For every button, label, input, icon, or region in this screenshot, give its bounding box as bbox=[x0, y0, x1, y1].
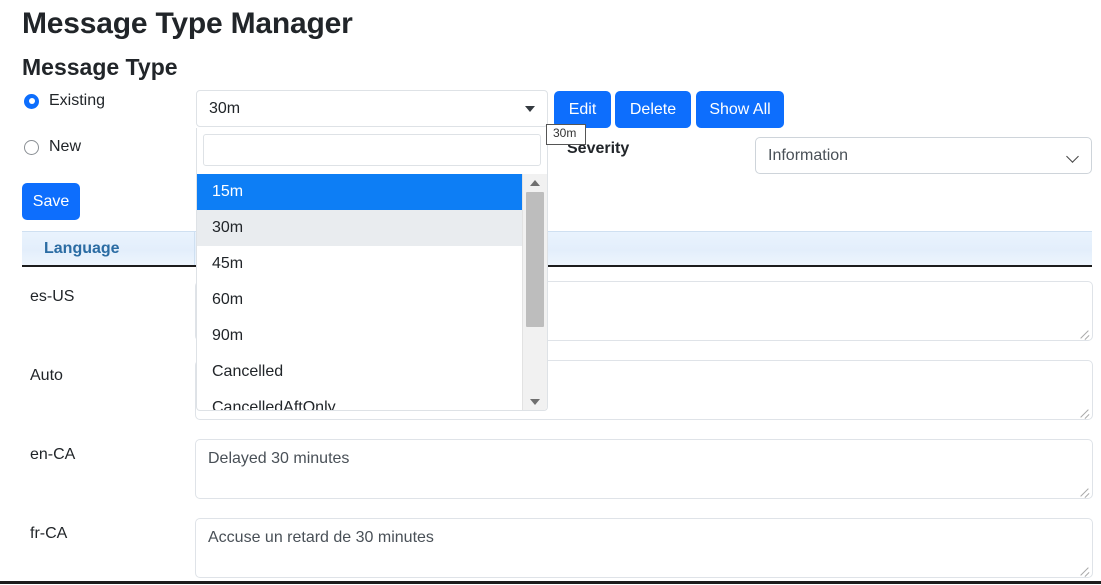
table-row: es-US bbox=[22, 267, 1092, 346]
option-90m[interactable]: 90m bbox=[197, 318, 522, 354]
severity-selected-value: Information bbox=[768, 147, 1067, 165]
section-title: Message Type bbox=[22, 54, 178, 82]
option-15m[interactable]: 15m bbox=[197, 174, 522, 210]
message-type-search-input[interactable] bbox=[203, 134, 541, 166]
radio-existing-dot[interactable] bbox=[24, 94, 39, 109]
option-30m[interactable]: 30m bbox=[197, 210, 522, 246]
edit-button[interactable]: Edit bbox=[554, 91, 611, 128]
page-title: Message Type Manager bbox=[22, 6, 353, 42]
caret-down-icon bbox=[525, 106, 535, 112]
message-type-selected-value: 30m bbox=[209, 100, 525, 118]
table-row: Auto bbox=[22, 346, 1092, 425]
row-language-fr-CA: fr-CA bbox=[22, 518, 195, 543]
message-type-tooltip: 30m bbox=[546, 124, 586, 145]
message-type-dropdown: 15m 30m 45m 60m 90m Cancelled CancelledA… bbox=[196, 128, 548, 411]
scrollbar-thumb[interactable] bbox=[526, 192, 544, 327]
bottom-divider bbox=[0, 581, 1101, 584]
message-textarea-fr-CA[interactable] bbox=[195, 518, 1093, 578]
message-textarea-en-CA[interactable] bbox=[195, 439, 1093, 499]
radio-new-dot[interactable] bbox=[24, 140, 39, 155]
severity-select[interactable]: Information bbox=[755, 137, 1092, 174]
messages-table: Language Text es-US Auto en-CA bbox=[22, 231, 1092, 583]
option-45m[interactable]: 45m bbox=[197, 246, 522, 282]
row-text-cell bbox=[195, 518, 1093, 583]
save-button[interactable]: Save bbox=[22, 183, 80, 220]
row-language-Auto: Auto bbox=[22, 360, 195, 385]
table-row: fr-CA bbox=[22, 504, 1092, 583]
radio-new-label: New bbox=[49, 139, 81, 155]
column-header-language[interactable]: Language bbox=[22, 232, 195, 265]
table-row: en-CA bbox=[22, 425, 1092, 504]
option-cancelled[interactable]: Cancelled bbox=[197, 354, 522, 390]
row-language-es-US: es-US bbox=[22, 281, 195, 306]
option-cancelledaftonly[interactable]: CancelledAftOnly bbox=[197, 390, 522, 410]
option-60m[interactable]: 60m bbox=[197, 282, 522, 318]
message-type-select[interactable]: 30m bbox=[196, 90, 548, 127]
row-language-en-CA: en-CA bbox=[22, 439, 195, 464]
radio-new[interactable]: New bbox=[24, 139, 81, 155]
dropdown-scrollbar[interactable] bbox=[522, 174, 547, 410]
scroll-down-arrow-icon[interactable] bbox=[523, 393, 547, 410]
radio-existing-label: Existing bbox=[49, 93, 105, 109]
message-type-options-list: 15m 30m 45m 60m 90m Cancelled CancelledA… bbox=[197, 174, 547, 410]
scroll-up-arrow-icon[interactable] bbox=[523, 174, 547, 191]
table-header-row: Language Text bbox=[22, 231, 1092, 267]
delete-button[interactable]: Delete bbox=[615, 91, 691, 128]
chevron-down-icon bbox=[1067, 150, 1079, 162]
show-all-button[interactable]: Show All bbox=[696, 91, 784, 128]
radio-existing[interactable]: Existing bbox=[24, 93, 105, 109]
row-text-cell bbox=[195, 439, 1093, 504]
